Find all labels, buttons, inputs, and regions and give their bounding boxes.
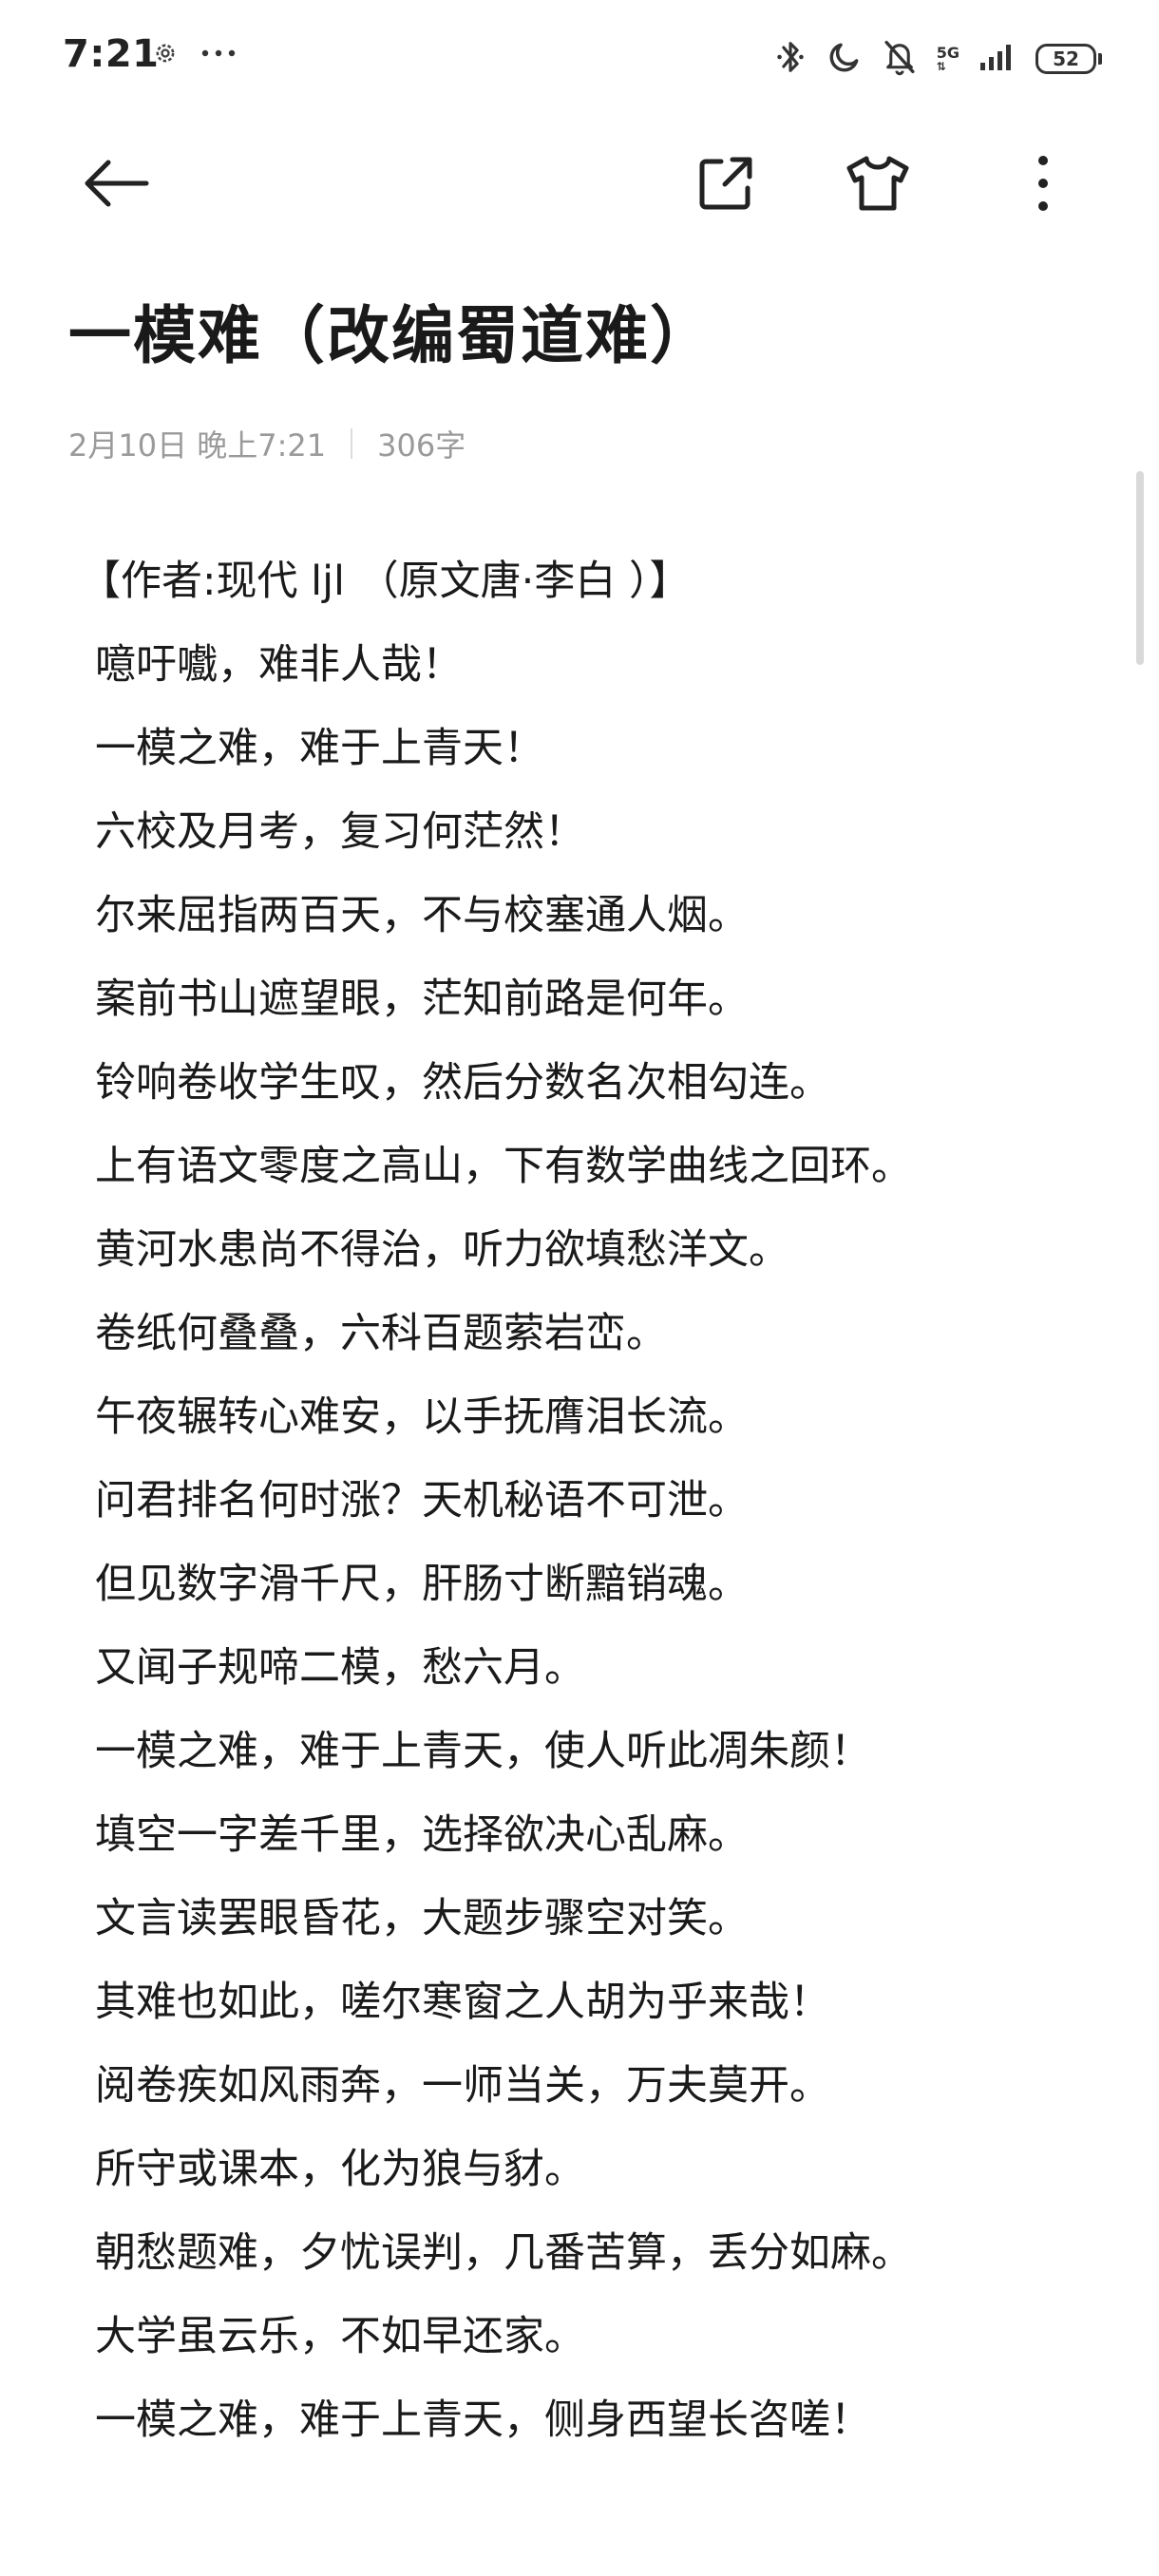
poem-line: 一模之难，难于上青天，侧身西望长咨嗟！ bbox=[95, 2396, 871, 2444]
poem-line: 铃响卷收学生叹，然后分数名次相勾连。 bbox=[95, 1059, 830, 1107]
signal-icon bbox=[978, 42, 1016, 76]
network-indicator: 5G ⇅ bbox=[936, 44, 960, 73]
status-icons: 5G ⇅ 52 bbox=[773, 36, 1102, 82]
word-count: 306字 bbox=[377, 427, 466, 464]
poem-line: 朝愁题难，夕忧误判，几番苦算，丢分如麻。 bbox=[95, 2229, 912, 2277]
status-time: 7:21 bbox=[63, 32, 160, 76]
meta-divider bbox=[351, 428, 353, 459]
poem-line: 噫吁嚱，难非人哉！ bbox=[95, 641, 463, 689]
poem-line: 六校及月考，复习何茫然！ bbox=[95, 808, 585, 856]
theme-button[interactable] bbox=[830, 133, 925, 237]
share-button[interactable] bbox=[678, 133, 773, 237]
toolbar bbox=[0, 133, 1159, 237]
battery-icon: 52 bbox=[1036, 44, 1102, 74]
tshirt-icon bbox=[846, 154, 910, 217]
poem-line: 上有语文零度之高山，下有数学曲线之回环。 bbox=[95, 1143, 912, 1190]
poem-line: 尔来屈指两百天，不与校塞通人烟。 bbox=[95, 892, 749, 939]
arrow-left-icon bbox=[80, 157, 152, 214]
poem-line: 案前书山遮望眼，茫知前路是何年。 bbox=[95, 975, 749, 1023]
data-arrows-icon: ⇅ bbox=[936, 60, 946, 73]
more-vertical-icon bbox=[1036, 153, 1051, 218]
poem-line: 卷纸何叠叠，六科百题萦岩峦。 bbox=[95, 1310, 667, 1357]
bell-off-icon bbox=[882, 38, 918, 80]
share-export-icon bbox=[696, 154, 755, 217]
poem-line: 一模之难，难于上青天，使人听此凋朱颜！ bbox=[95, 1728, 871, 1775]
network-label: 5G bbox=[936, 44, 960, 62]
poem-line: 问君排名何时涨？天机秘语不可泄。 bbox=[95, 1477, 749, 1525]
more-dots-icon bbox=[200, 44, 238, 66]
moon-icon bbox=[826, 39, 863, 79]
status-bar: 7:21 5G ⇅ 52 bbox=[0, 0, 1159, 114]
poem-line: 所守或课本，化为狼与豺。 bbox=[95, 2146, 585, 2193]
poem-line: 填空一字差千里，选择欲决心乱麻。 bbox=[95, 1811, 749, 1859]
poem-line: 又闻子规啼二模，愁六月。 bbox=[95, 1644, 585, 1692]
note-meta: 2月10日 晚上7:21 306字 bbox=[68, 422, 466, 465]
more-button[interactable] bbox=[996, 133, 1091, 237]
back-button[interactable] bbox=[68, 133, 163, 237]
poem-line: 午夜辗转心难安，以手抚膺泪长流。 bbox=[95, 1393, 749, 1441]
note-title[interactable]: 一模难（改编蜀道难） bbox=[68, 285, 714, 376]
scrollbar[interactable] bbox=[1136, 471, 1144, 665]
poem-line: 黄河水患尚不得治，听力欲填愁洋文。 bbox=[95, 1226, 789, 1274]
battery-level: 52 bbox=[1036, 44, 1096, 74]
poem-line: 大学虽云乐，不如早还家。 bbox=[95, 2313, 585, 2360]
poem-line: 其难也如此，嗟尔寒窗之人胡为乎来哉！ bbox=[95, 1979, 830, 2026]
poem-line: 阅卷疾如风雨奔，一师当关，万夫莫开。 bbox=[95, 2062, 830, 2110]
battery-tip bbox=[1098, 53, 1102, 65]
note-date: 2月10日 晚上7:21 bbox=[68, 427, 327, 464]
note-body[interactable]: 【作者:现代 ljl （原文唐·李白 ）】 噫吁嚱，难非人哉！ 一模之难，难于上… bbox=[80, 540, 1106, 2462]
bluetooth-icon bbox=[773, 38, 808, 80]
author-line: 【作者:现代 ljl （原文唐·李白 ）】 bbox=[80, 558, 691, 605]
poem-line: 文言读罢眼昏花，大题步骤空对笑。 bbox=[95, 1895, 749, 1942]
poem-line: 一模之难，难于上青天！ bbox=[95, 725, 544, 772]
poem-line: 但见数字滑千尺，肝肠寸断黯销魂。 bbox=[95, 1561, 749, 1608]
gear-icon bbox=[152, 40, 179, 70]
